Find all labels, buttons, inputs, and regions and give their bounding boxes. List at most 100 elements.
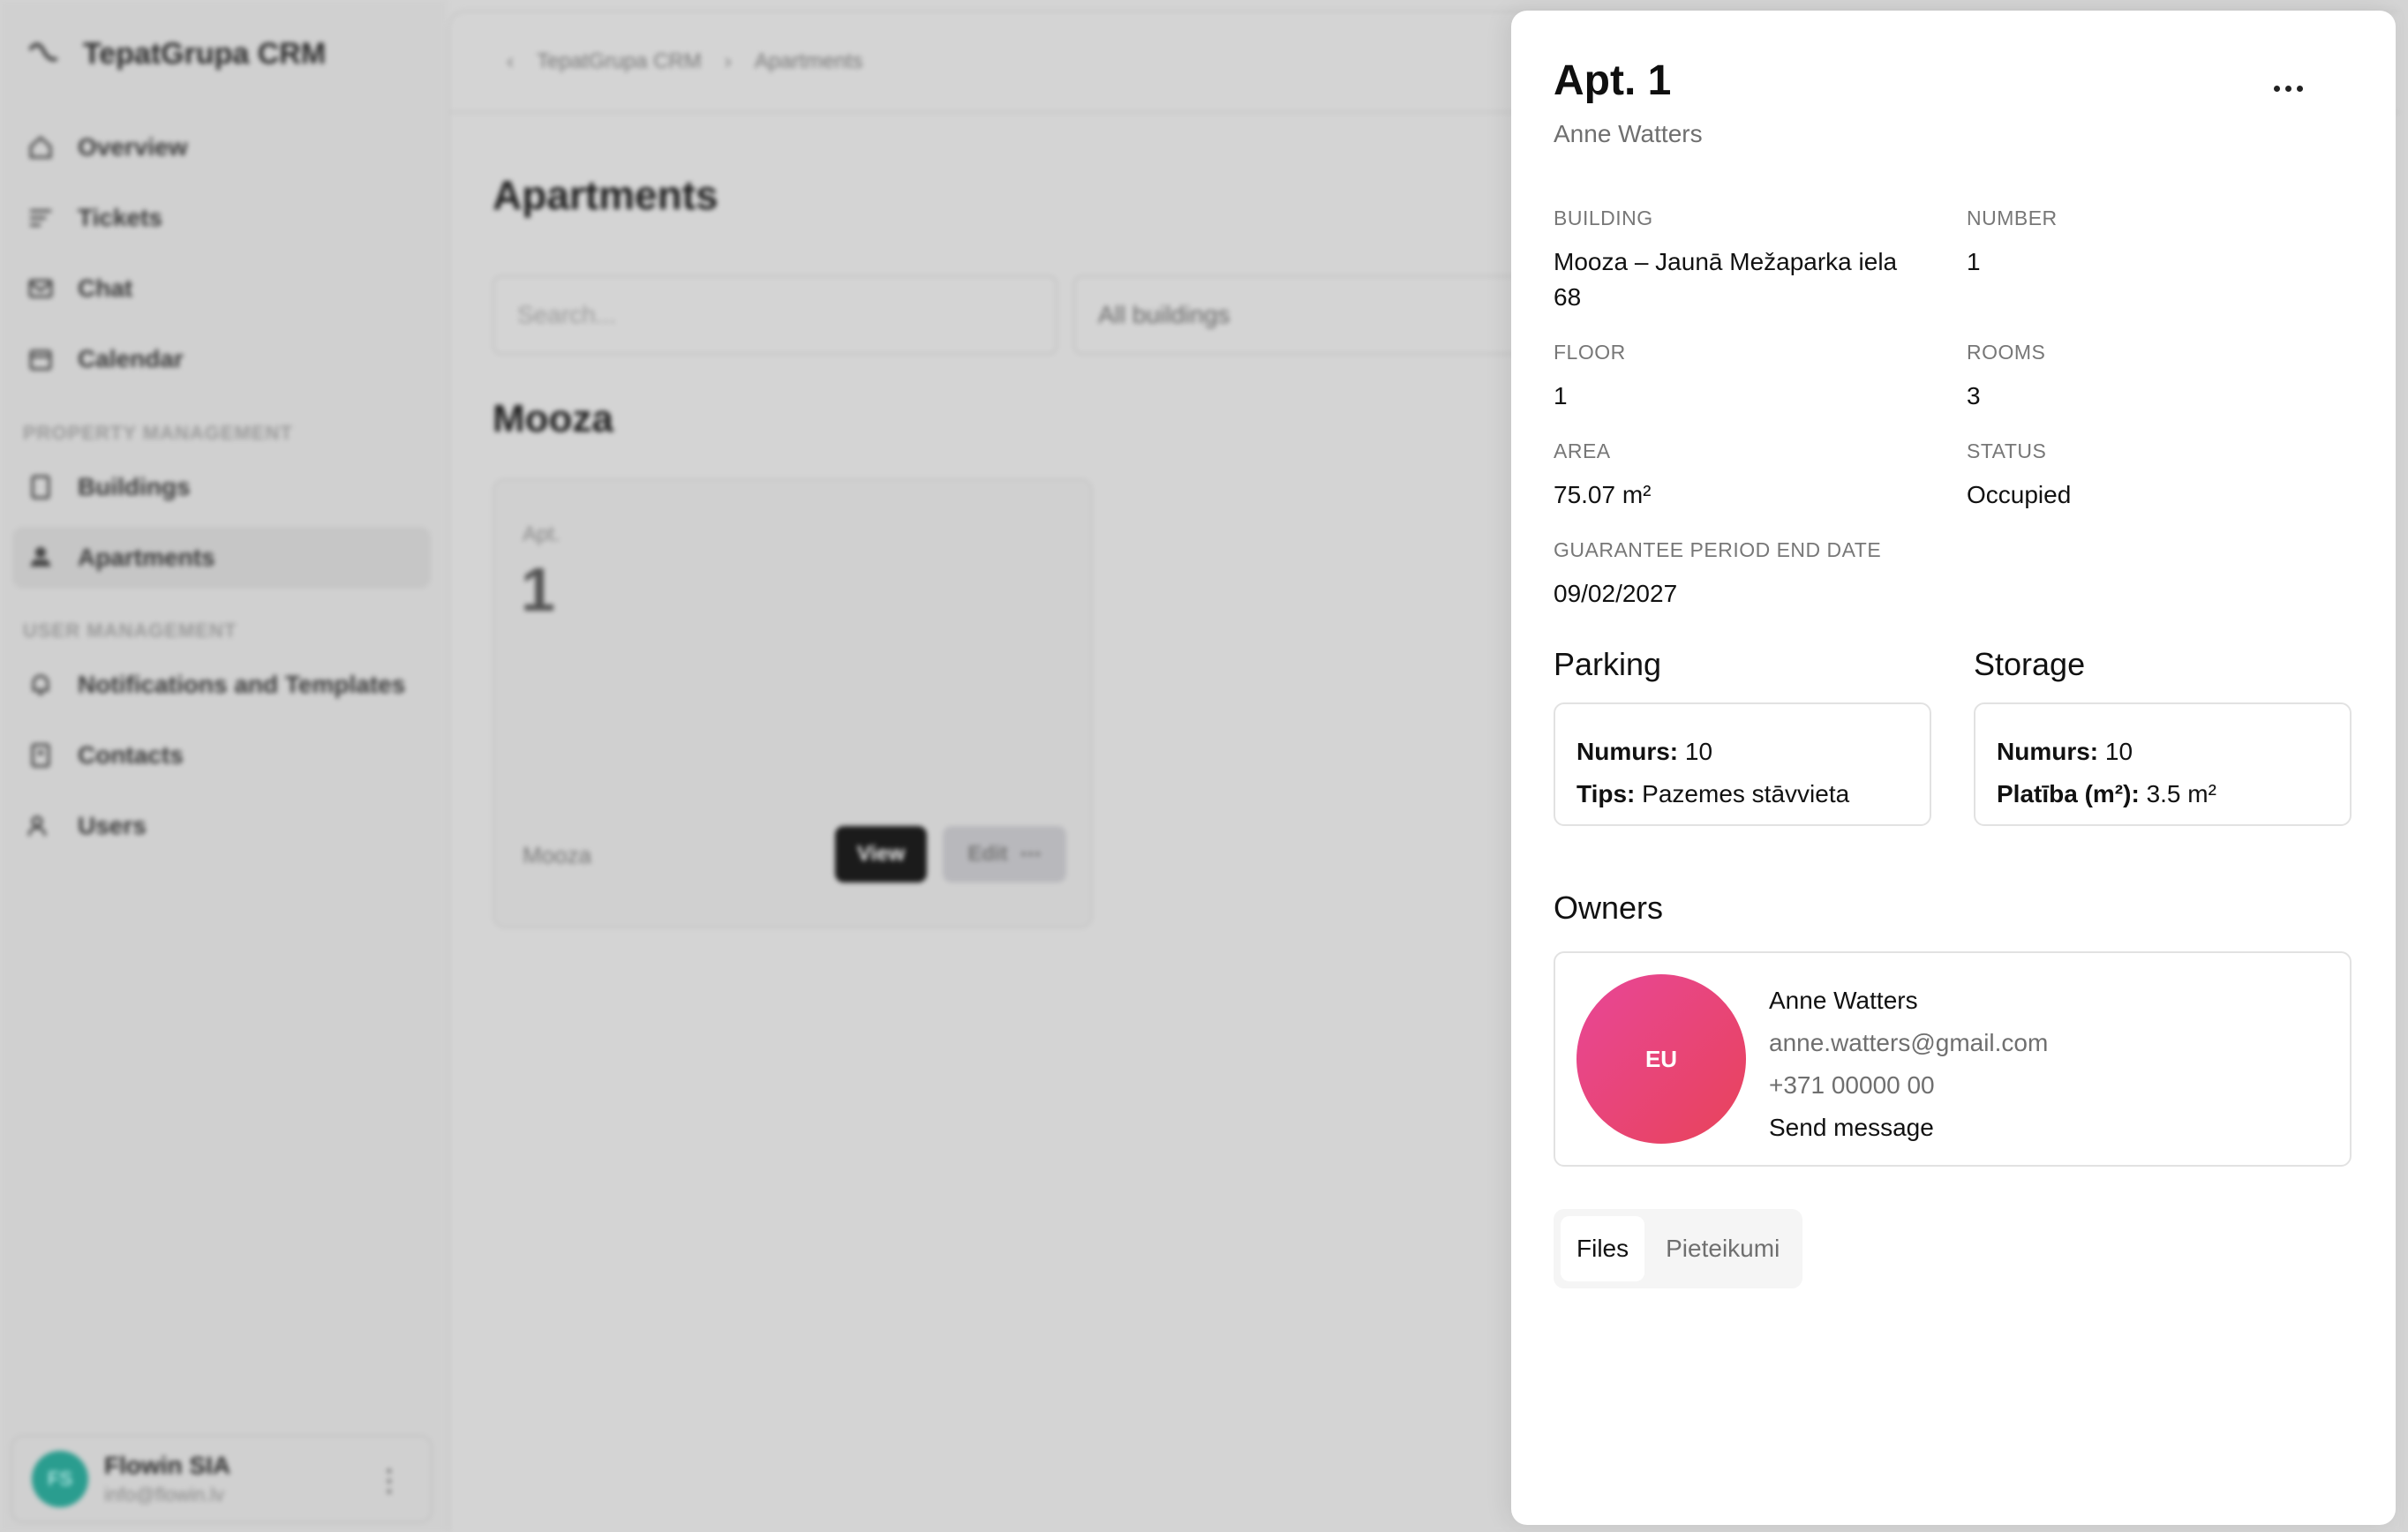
edit-button-label: Edit	[967, 842, 1008, 866]
brand[interactable]: TepatGrupa CRM	[25, 34, 326, 74]
storage-area-value: 3.5 m²	[2146, 780, 2216, 807]
send-message-link[interactable]: Send message	[1769, 1107, 2048, 1149]
parking-type-value: Pazemes stāvvieta	[1642, 780, 1850, 807]
brand-name: TepatGrupa CRM	[83, 36, 327, 71]
field-label: NUMBER	[1967, 207, 2058, 229]
parking-type-line: Tips: Pazemes stāvvieta	[1576, 773, 1908, 815]
parking-number-label: Numurs:	[1576, 738, 1679, 765]
sidebar-item-contacts[interactable]: Contacts	[12, 725, 431, 786]
field-area: AREA 75.07 m²	[1554, 439, 1924, 513]
sidebar-item-users[interactable]: Users	[12, 795, 431, 857]
field-label: ROOMS	[1967, 341, 2046, 364]
user-name: Flowin SIA	[104, 1452, 231, 1479]
field-number: NUMBER 1	[1967, 207, 2337, 280]
field-value: 1	[1554, 382, 1568, 409]
field-value: 1	[1967, 248, 1981, 275]
sidebar-item-label: Notifications and Templates	[78, 671, 406, 698]
owner-email[interactable]: anne.watters@gmail.com	[1769, 1022, 2048, 1064]
user-email: info@flowin.lv	[104, 1483, 225, 1506]
storage-area-label: Platība (m²):	[1997, 780, 2140, 807]
chevron-right-icon: ›	[724, 49, 732, 73]
owner-name: Anne Watters	[1769, 987, 1918, 1014]
sidebar: TepatGrupa CRM Overview Tickets Chat Cal…	[0, 0, 447, 1532]
field-building: BUILDING Mooza – Jaunā Mežaparka iela 68	[1554, 207, 1924, 315]
apartment-card-building: Mooza	[523, 842, 592, 868]
parking-type-label: Tips:	[1576, 780, 1636, 807]
sidebar-item-buildings[interactable]: Buildings	[12, 456, 431, 518]
owner-phone[interactable]: +371 00000 00	[1769, 1064, 2048, 1107]
sidebar-item-tickets[interactable]: Tickets	[12, 187, 431, 249]
more-horizontal-icon: ⋯	[1020, 842, 1042, 867]
more-options-icon[interactable]	[2263, 71, 2313, 106]
page-title: Apartments	[493, 172, 719, 218]
users-icon	[25, 810, 56, 842]
sidebar-item-label: Chat	[78, 274, 133, 302]
sidebar-item-apartments[interactable]: Apartments	[12, 527, 431, 589]
sidebar-item-label: Apartments	[78, 544, 215, 571]
field-rooms: ROOMS 3	[1967, 341, 2337, 414]
storage-area-line: Platība (m²): 3.5 m²	[1997, 773, 2329, 815]
owners-title: Owners	[1554, 890, 1664, 926]
tab-files[interactable]: Files	[1561, 1216, 1645, 1281]
kebab-menu-icon[interactable]: ⋮	[374, 1463, 404, 1498]
field-value: Occupied	[1967, 481, 2072, 508]
breadcrumb-root[interactable]: TepatGrupa CRM	[537, 49, 702, 74]
field-status: STATUS Occupied	[1967, 439, 2337, 513]
avatar: EU	[1576, 974, 1746, 1144]
edit-button[interactable]: Edit ⋯	[943, 826, 1066, 882]
owner-card: EU Anne Watters anne.watters@gmail.com +…	[1554, 951, 2352, 1167]
sidebar-item-label: Tickets	[78, 204, 162, 231]
mail-icon	[25, 273, 56, 304]
apartment-card-label: Apt.	[523, 522, 561, 546]
list-filter-icon	[25, 202, 56, 234]
current-user-card[interactable]: FS Flowin SIA info@flowin.lv ⋮	[11, 1435, 433, 1523]
parking-number-value: 10	[1684, 738, 1713, 765]
sidebar-item-label: Contacts	[78, 741, 184, 769]
sidebar-item-notifications[interactable]: Notifications and Templates	[12, 654, 431, 716]
sidebar-item-label: Calendar	[78, 345, 184, 372]
sidebar-item-calendar[interactable]: Calendar	[12, 328, 431, 390]
calendar-icon	[25, 343, 56, 375]
storage-number-value: 10	[2104, 738, 2133, 765]
field-value: 75.07 m²	[1554, 481, 1652, 508]
storage-number-line: Numurs: 10	[1997, 731, 2329, 773]
field-label: AREA	[1554, 439, 1611, 462]
nav-section-property: PROPERTY MANAGEMENT	[23, 422, 293, 444]
sidebar-item-label: Overview	[78, 133, 188, 161]
field-value: Mooza – Jaunā Mežaparka iela 68	[1554, 248, 1898, 311]
chevron-left-icon[interactable]: ‹	[507, 49, 514, 74]
tab-pieteikumi[interactable]: Pieteikumi	[1650, 1216, 1795, 1281]
nav-section-user: USER MANAGEMENT	[23, 620, 237, 642]
home-icon	[25, 131, 56, 163]
bell-icon	[25, 669, 56, 701]
view-button[interactable]: View	[835, 826, 927, 882]
drawer-subtitle: Anne Watters	[1554, 120, 1703, 147]
parking-number-line: Numurs: 10	[1576, 731, 1908, 773]
owner-info: Anne Watters anne.watters@gmail.com +371…	[1769, 980, 2048, 1149]
building-group-title: Mooza	[493, 397, 613, 440]
parking-card: Numurs: 10 Tips: Pazemes stāvvieta	[1554, 702, 1931, 826]
storage-card: Numurs: 10 Platība (m²): 3.5 m²	[1974, 702, 2352, 826]
avatar: FS	[32, 1451, 88, 1507]
search-input[interactable]: Search...	[493, 275, 1057, 355]
field-value: 09/02/2027	[1554, 580, 1678, 607]
apartment-card-number: 1	[521, 555, 555, 624]
field-label: GUARANTEE PERIOD END DATE	[1554, 538, 1882, 561]
field-value: 3	[1967, 382, 1981, 409]
apartment-detail-drawer: Apt. 1 Anne Watters BUILDING Mooza – Jau…	[1511, 11, 2396, 1525]
field-label: FLOOR	[1554, 341, 1626, 364]
sidebar-item-chat[interactable]: Chat	[12, 258, 431, 319]
apartment-card[interactable]: Apt. 1 Mooza View Edit ⋯	[493, 478, 1093, 928]
storage-number-label: Numurs:	[1997, 738, 2099, 765]
field-guarantee-end-date: GUARANTEE PERIOD END DATE 09/02/2027	[1554, 538, 1924, 612]
apartment-icon	[25, 542, 56, 574]
field-floor: FLOOR 1	[1554, 341, 1924, 414]
sidebar-item-overview[interactable]: Overview	[12, 116, 431, 178]
drawer-title: Apt. 1	[1554, 57, 1672, 104]
parking-title: Parking	[1554, 646, 1662, 682]
field-label: BUILDING	[1554, 207, 1653, 229]
sidebar-item-label: Users	[78, 812, 147, 839]
storage-title: Storage	[1974, 646, 2086, 682]
sidebar-item-label: Buildings	[78, 473, 191, 500]
brand-logo-icon	[25, 34, 65, 74]
